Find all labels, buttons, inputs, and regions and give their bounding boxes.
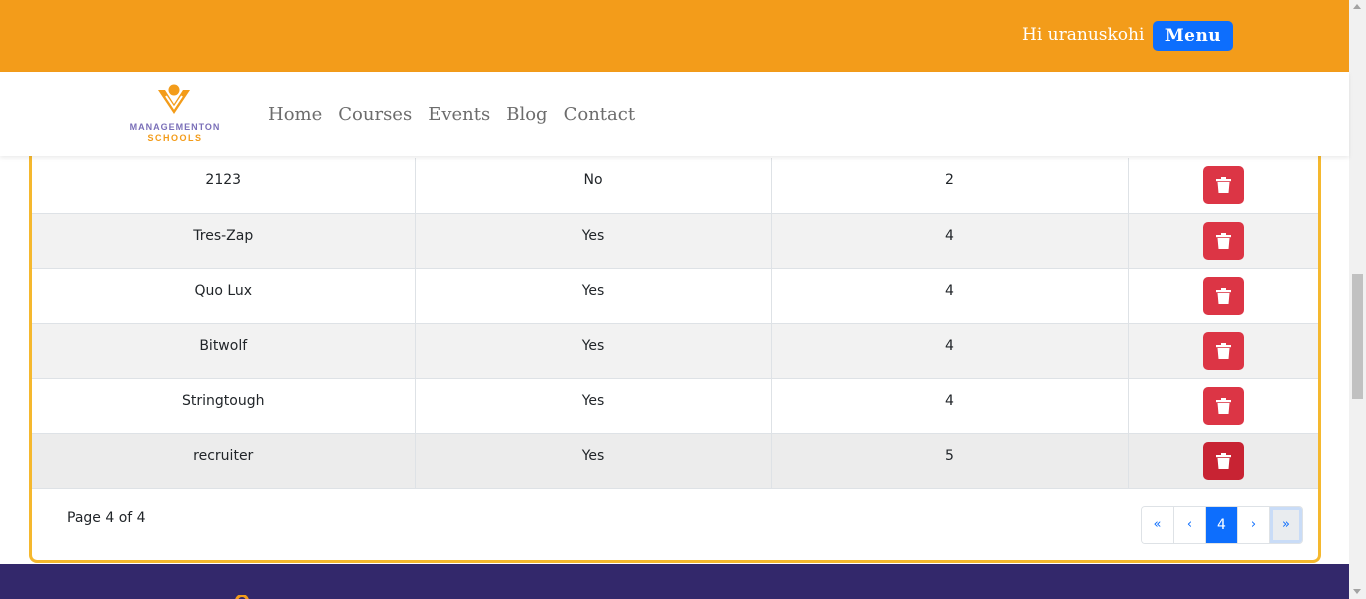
cell-action [1128, 323, 1318, 379]
cell-count: 4 [771, 268, 1129, 324]
first-page-button[interactable]: « [1142, 507, 1174, 543]
nav-links: Home Courses Events Blog Contact [268, 104, 651, 125]
cell-name: Stringtough [32, 378, 416, 434]
cell-count: 4 [771, 378, 1129, 434]
table-row: 2123 No 2 [32, 158, 1318, 214]
cell-count: 4 [771, 213, 1129, 269]
cell-count: 5 [771, 433, 1129, 489]
next-page-button[interactable]: › [1238, 507, 1270, 543]
scroll-up-arrow-icon[interactable] [1353, 4, 1361, 9]
pagination: « ‹ 4 › » [1141, 506, 1303, 544]
table-card: 2123 No 2 Tres-Zap Yes 4 Quo Lux Yes 4 B… [29, 120, 1321, 563]
cell-count: 4 [771, 323, 1129, 379]
cell-flag: Yes [415, 378, 772, 434]
nav-link-blog[interactable]: Blog [506, 104, 547, 125]
cell-name: Tres-Zap [32, 213, 416, 269]
cell-flag: Yes [415, 433, 772, 489]
user-greeting: Hi uranuskohi [1022, 25, 1145, 45]
cell-name: Bitwolf [32, 323, 416, 379]
cell-flag: No [415, 158, 772, 214]
cell-action [1128, 268, 1318, 324]
cell-action [1128, 213, 1318, 269]
table-row: recruiter Yes 5 [32, 433, 1318, 489]
page-info: Page 4 of 4 [67, 510, 146, 526]
cell-action [1128, 158, 1318, 214]
delete-button[interactable] [1202, 276, 1244, 315]
footer-logo-icon [235, 595, 249, 599]
delete-button[interactable] [1202, 441, 1244, 480]
table-row: Tres-Zap Yes 4 [32, 213, 1318, 269]
trash-icon [1215, 177, 1231, 193]
trash-icon [1215, 452, 1231, 469]
trash-icon [1215, 232, 1231, 249]
cell-name: 2123 [32, 158, 416, 214]
menu-button[interactable]: Menu [1153, 21, 1233, 51]
nav-link-events[interactable]: Events [428, 104, 490, 125]
logo-mark-icon [158, 84, 190, 114]
cell-count: 2 [771, 158, 1129, 214]
delete-button[interactable] [1202, 221, 1244, 260]
trash-icon [1215, 342, 1231, 359]
nav-link-contact[interactable]: Contact [564, 104, 635, 125]
logo-text-line2: SCHOOLS [147, 133, 203, 143]
cell-flag: Yes [415, 323, 772, 379]
table-row: Bitwolf Yes 4 [32, 323, 1318, 379]
nav-link-courses[interactable]: Courses [338, 104, 412, 125]
last-page-button[interactable]: » [1270, 507, 1302, 543]
nav-link-home[interactable]: Home [268, 104, 322, 125]
cell-name: Quo Lux [32, 268, 416, 324]
delete-button[interactable] [1202, 386, 1244, 425]
table-row: Quo Lux Yes 4 [32, 268, 1318, 324]
site-logo[interactable]: MANAGEMENTON SCHOOLS [120, 80, 230, 148]
trash-icon [1215, 287, 1231, 304]
delete-button[interactable] [1202, 166, 1244, 204]
cell-action [1128, 378, 1318, 434]
top-bar: Hi uranuskohi Menu [0, 0, 1349, 72]
cell-name: recruiter [32, 433, 416, 489]
prev-page-button[interactable]: ‹ [1174, 507, 1206, 543]
trash-icon [1215, 397, 1231, 414]
logo-text-line1: MANAGEMENTON [129, 122, 221, 132]
cell-flag: Yes [415, 213, 772, 269]
cell-flag: Yes [415, 268, 772, 324]
data-table: 2123 No 2 Tres-Zap Yes 4 Quo Lux Yes 4 B… [32, 158, 1318, 489]
current-page-button[interactable]: 4 [1206, 507, 1238, 543]
scroll-down-arrow-icon[interactable] [1353, 589, 1361, 594]
navbar: MANAGEMENTON SCHOOLS Home Courses Events… [0, 72, 1349, 156]
table-row: Stringtough Yes 4 [32, 378, 1318, 434]
footer [0, 564, 1349, 599]
cell-action [1128, 433, 1318, 489]
scrollbar-thumb[interactable] [1352, 274, 1363, 399]
delete-button[interactable] [1202, 331, 1244, 370]
